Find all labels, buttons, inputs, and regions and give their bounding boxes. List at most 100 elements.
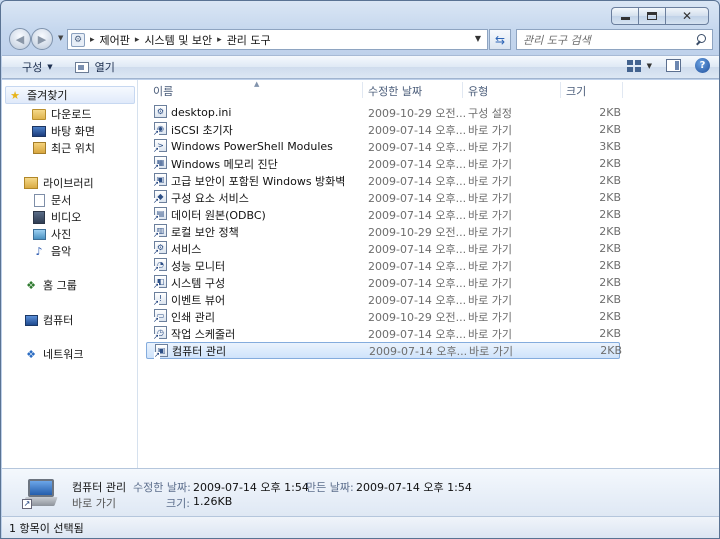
breadcrumb-control-panel[interactable]: 제어판 <box>100 32 130 48</box>
task-scheduler-icon: ◷ <box>153 326 167 341</box>
recent-places-icon <box>32 142 46 154</box>
file-date: 2009-07-14 오후... <box>368 157 467 171</box>
file-type: 바로 가기 <box>469 344 513 358</box>
nav-libraries[interactable]: 라이브러리 <box>24 175 94 191</box>
library-icon <box>24 177 38 189</box>
nav-buttons: ◀ ▶ <box>9 28 59 50</box>
back-button[interactable]: ◀ <box>9 28 31 50</box>
table-row[interactable]: > Windows PowerShell Modules 2009-07-14 … <box>146 138 621 155</box>
file-name: 서비스 <box>171 242 202 256</box>
table-row-selected[interactable]: ▣ 컴퓨터 관리 2009-07-14 오후... 바로 가기 2KB <box>146 342 622 359</box>
table-row[interactable]: ▣ 고급 보안이 포함된 Windows 방화벽 2009-07-14 오후..… <box>146 172 621 189</box>
file-size: 2KB <box>599 327 621 340</box>
computer-management-large-icon: ↗ <box>22 477 58 509</box>
close-button[interactable]: ✕ <box>665 7 709 25</box>
downloads-folder-icon <box>32 108 46 120</box>
file-name: 성능 모니터 <box>171 259 226 273</box>
file-type: 바로 가기 <box>468 293 512 307</box>
column-separator[interactable] <box>462 82 463 98</box>
table-row[interactable]: ◆ 구성 요소 서비스 2009-07-14 오후... 바로 가기 2KB <box>146 189 621 206</box>
column-name[interactable]: 이름 <box>153 83 173 99</box>
search-box[interactable]: 관리 도구 검색 <box>516 29 713 50</box>
details-created-label: 만든 날짜: <box>306 481 354 494</box>
nav-favorites[interactable]: ★ 즐겨찾기 <box>5 86 135 104</box>
table-row[interactable]: ▥ 로컬 보안 정책 2009-10-29 오전... 바로 가기 2KB <box>146 223 621 240</box>
network-icon: ❖ <box>26 347 36 361</box>
security-policy-icon: ▥ <box>153 224 167 239</box>
column-separator[interactable] <box>362 82 363 98</box>
address-dropdown-icon[interactable]: ▼ <box>475 34 481 43</box>
nav-videos-label: 비디오 <box>51 211 82 224</box>
nav-computer[interactable]: 컴퓨터 <box>24 312 73 328</box>
file-name: 컴퓨터 관리 <box>172 344 227 358</box>
file-date: 2009-07-14 오후... <box>368 140 467 154</box>
file-date: 2009-10-29 오전... <box>368 310 467 324</box>
minimize-button[interactable] <box>611 7 638 25</box>
search-input[interactable]: 관리 도구 검색 <box>523 32 695 48</box>
chevron-down-icon: ▼ <box>47 63 53 71</box>
refresh-button[interactable]: ⇆ <box>489 29 511 50</box>
recent-pages-dropdown[interactable]: ▼ <box>58 34 63 42</box>
table-row[interactable]: ▭ 인쇄 관리 2009-10-29 오전... 바로 가기 2KB <box>146 308 621 325</box>
nav-favorites-label: 즐겨찾기 <box>27 89 68 102</box>
column-separator[interactable] <box>560 82 561 98</box>
settings-file-icon: ⚙ <box>154 105 167 118</box>
preview-pane-icon[interactable] <box>666 59 681 72</box>
open-button[interactable]: 열기 <box>67 57 123 77</box>
nav-item-downloads[interactable]: 다운로드 <box>32 106 91 122</box>
breadcrumb-system-security[interactable]: 시스템 및 보안 <box>144 32 212 48</box>
details-modified-label: 수정한 날짜: <box>133 481 191 494</box>
search-icon[interactable] <box>695 33 707 46</box>
maximize-button[interactable] <box>638 7 665 25</box>
back-arrow-icon: ◀ <box>15 32 25 46</box>
column-size[interactable]: 크기 <box>566 83 586 99</box>
file-date: 2009-07-14 오후... <box>368 327 467 341</box>
file-size: 2KB <box>599 208 621 221</box>
file-type: 바로 가기 <box>468 225 512 239</box>
column-date[interactable]: 수정한 날짜 <box>368 83 422 99</box>
table-row[interactable]: ⚙ desktop.ini 2009-10-29 오전... 구성 설정 2KB <box>146 104 621 121</box>
file-date: 2009-10-29 오전... <box>368 106 467 120</box>
column-type[interactable]: 유형 <box>468 83 488 99</box>
nav-pictures-label: 사진 <box>51 228 72 241</box>
column-separator[interactable] <box>622 82 623 98</box>
nav-item-videos[interactable]: 비디오 <box>32 209 81 225</box>
nav-item-desktop[interactable]: 바탕 화면 <box>32 123 95 139</box>
file-size: 2KB <box>599 293 621 306</box>
desktop-icon <box>32 125 46 137</box>
file-size: 2KB <box>599 174 621 187</box>
nav-homegroup[interactable]: ❖ 홈 그룹 <box>24 277 77 293</box>
chevron-right-icon[interactable]: ▸ <box>217 35 222 45</box>
details-size-label: 크기: <box>166 497 190 510</box>
nav-item-pictures[interactable]: 사진 <box>32 226 71 242</box>
chevron-right-icon[interactable]: ▸ <box>135 35 140 45</box>
breadcrumb-admin-tools[interactable]: 관리 도구 <box>227 32 271 48</box>
change-view-button[interactable]: ▼ <box>626 59 652 72</box>
help-icon[interactable]: ? <box>695 58 710 73</box>
table-row[interactable]: ! 이벤트 뷰어 2009-07-14 오후... 바로 가기 2KB <box>146 291 621 308</box>
table-row[interactable]: ◧ 시스템 구성 2009-07-14 오후... 바로 가기 2KB <box>146 274 621 291</box>
table-row[interactable]: ◉ iSCSI 초기자 2009-07-14 오후... 바로 가기 2KB <box>146 121 621 138</box>
caption-buttons: ✕ <box>611 7 709 25</box>
organize-button[interactable]: 구성 ▼ <box>14 57 61 77</box>
forward-button[interactable]: ▶ <box>31 28 53 50</box>
open-label: 열기 <box>94 61 115 74</box>
nav-network-label: 네트워크 <box>43 348 84 361</box>
chevron-down-icon: ▼ <box>646 61 652 70</box>
file-size: 3KB <box>599 140 621 153</box>
nav-item-documents[interactable]: 문서 <box>32 192 71 208</box>
nav-item-recent[interactable]: 최근 위치 <box>32 140 95 156</box>
nav-music-label: 음악 <box>51 245 72 258</box>
table-row[interactable]: ⚙ 서비스 2009-07-14 오후... 바로 가기 2KB <box>146 240 621 257</box>
address-bar[interactable]: ⚙ ▸ 제어판 ▸ 시스템 및 보안 ▸ 관리 도구 ▼ <box>67 29 488 50</box>
table-row[interactable]: ◷ 작업 스케줄러 2009-07-14 오후... 바로 가기 2KB <box>146 325 621 342</box>
table-row[interactable]: ▦ Windows 메모리 진단 2009-07-14 오후... 바로 가기 … <box>146 155 621 172</box>
table-row[interactable]: ▤ 데이터 원본(ODBC) 2009-07-14 오후... 바로 가기 2K… <box>146 206 621 223</box>
nav-item-music[interactable]: ♪ 음악 <box>32 243 71 259</box>
table-row[interactable]: ◔ 성능 모니터 2009-07-14 오후... 바로 가기 2KB <box>146 257 621 274</box>
chevron-right-icon[interactable]: ▸ <box>90 35 95 45</box>
file-name: 고급 보안이 포함된 Windows 방화벽 <box>171 174 346 188</box>
nav-network[interactable]: ❖ 네트워크 <box>24 346 83 362</box>
file-date: 2009-07-14 오후... <box>368 174 467 188</box>
file-name: desktop.ini <box>171 106 232 119</box>
